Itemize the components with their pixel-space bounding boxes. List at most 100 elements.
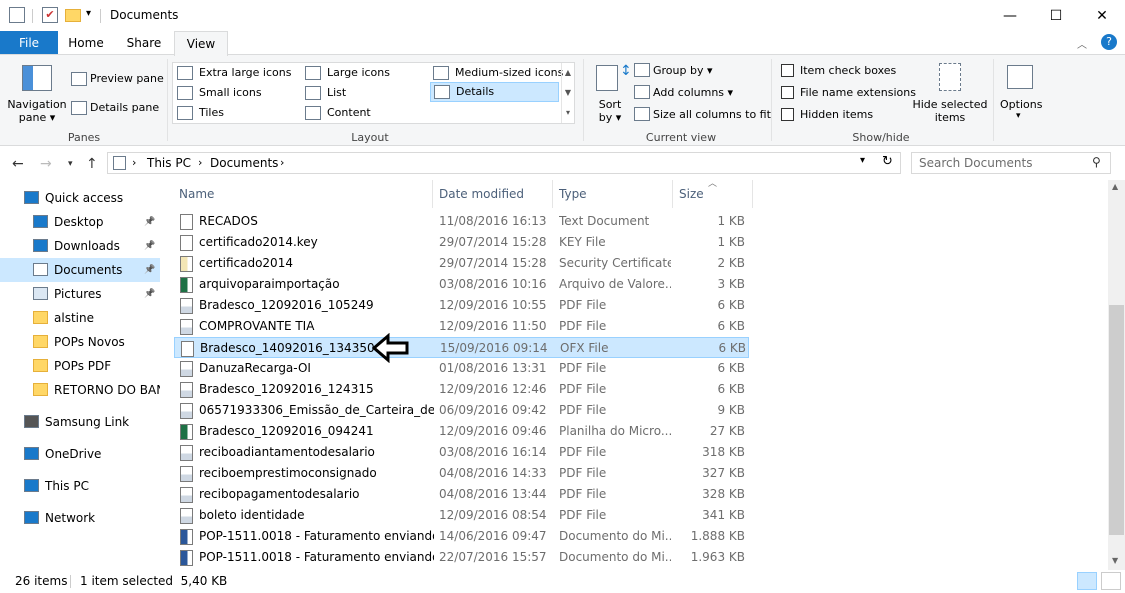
refresh-icon[interactable]: ↻ [882, 154, 893, 169]
nav-item[interactable]: RETORNO DO BANCO [0, 378, 160, 402]
nav-item[interactable]: alstine [0, 306, 160, 330]
nav-item[interactable]: This PC [0, 474, 160, 498]
file-row[interactable]: certificado2014 29/07/2014 15:28 Security … [174, 253, 749, 274]
address-history-chevron-icon[interactable]: ▾ [860, 155, 865, 166]
new-folder-icon[interactable] [65, 9, 81, 22]
breadcrumb-this-pc[interactable]: This PC [147, 156, 191, 170]
layout-list[interactable]: List [305, 83, 346, 103]
breadcrumb-separator-icon[interactable]: › [280, 156, 284, 169]
layout-tiles[interactable]: Tiles [177, 103, 224, 123]
nav-item[interactable]: OneDrive [0, 442, 160, 466]
sort-by-icon[interactable] [596, 65, 618, 91]
forward-button[interactable]: → [40, 156, 52, 172]
scroll-down-chevron-icon[interactable]: ▼ [1112, 556, 1118, 565]
file-row[interactable]: 06571933306_Emissão_de_Carteira_de_Tra..… [174, 400, 749, 421]
recent-locations-chevron-icon[interactable]: ▾ [68, 159, 73, 169]
tab-home[interactable]: Home [60, 31, 112, 55]
tab-share[interactable]: Share [118, 31, 170, 55]
item-check-boxes-checkbox[interactable] [781, 64, 794, 77]
hidden-items-checkbox[interactable] [781, 108, 794, 121]
tab-file[interactable]: File [0, 31, 58, 55]
nav-item[interactable]: Desktop 📌 [0, 210, 160, 234]
file-name-extensions-label[interactable]: File name extensions [800, 86, 916, 99]
layout-content[interactable]: Content [305, 103, 371, 123]
nav-item[interactable]: Network [0, 506, 160, 530]
column-header-name[interactable]: Name [174, 180, 433, 208]
file-row[interactable]: Bradesco_12092016_105249 12/09/2016 10:55… [174, 295, 749, 316]
nav-item[interactable]: Downloads 📌 [0, 234, 160, 258]
scroll-up-chevron-icon[interactable]: ▲ [1112, 182, 1118, 191]
nav-item[interactable]: Documents 📌 [0, 258, 160, 282]
help-icon[interactable]: ? [1101, 34, 1117, 50]
layout-medium-icons[interactable]: Medium-sized icons [433, 63, 563, 83]
file-row[interactable]: DanuzaRecarga-OI 01/08/2016 13:31 PDF File… [174, 358, 749, 379]
hide-selected-items-button[interactable]: Hide selected items [912, 98, 988, 124]
layout-gallery-scroll[interactable]: ▲ ▼ ▾ [561, 63, 574, 123]
details-pane-icon[interactable] [71, 101, 87, 115]
back-button[interactable]: ← [12, 156, 24, 172]
details-pane-button[interactable]: Details pane [90, 101, 159, 114]
nav-item[interactable]: POPs PDF [0, 354, 160, 378]
nav-item[interactable]: Pictures 📌 [0, 282, 160, 306]
details-view-toggle-icon[interactable] [1077, 572, 1097, 590]
file-row[interactable]: COMPROVANTE TIA 12/09/2016 11:50 PDF File 6… [174, 316, 749, 337]
pin-icon[interactable]: 📌 [144, 210, 155, 234]
nav-item[interactable]: Quick access [0, 186, 160, 210]
properties-check-icon[interactable]: ✔ [42, 7, 58, 23]
file-row[interactable]: Bradesco_12092016_094241 12/09/2016 09:46… [174, 421, 749, 442]
customize-quick-access-chevron-icon[interactable]: ▾ [86, 8, 91, 19]
file-name-extensions-checkbox[interactable] [781, 86, 794, 99]
search-box[interactable]: Search Documents ⚲ [911, 152, 1111, 174]
item-check-boxes-label[interactable]: Item check boxes [800, 64, 896, 77]
breadcrumb-separator-icon[interactable]: › [198, 156, 202, 169]
pin-icon[interactable]: 📌 [144, 234, 155, 258]
hidden-items-label[interactable]: Hidden items [800, 108, 873, 121]
options-icon[interactable] [1007, 65, 1033, 89]
minimize-ribbon-chevron-icon[interactable]: ︿ [1077, 36, 1087, 51]
layout-details[interactable]: Details [430, 82, 559, 102]
breadcrumb-separator-icon[interactable]: › [132, 156, 136, 169]
preview-pane-button[interactable]: Preview pane [90, 72, 164, 85]
file-row[interactable]: POP-1511.0018 - Faturamento enviando ...… [174, 547, 749, 568]
layout-large-icons[interactable]: Large icons [305, 63, 390, 83]
breadcrumb-documents[interactable]: Documents [210, 156, 278, 170]
navigation-pane-button[interactable]: Navigation pane ▾ [6, 98, 68, 124]
nav-item[interactable]: Samsung Link [0, 410, 160, 434]
file-row[interactable]: arquivoparaimportação 03/08/2016 10:16 Arq… [174, 274, 749, 295]
file-row[interactable]: reciboadiantamentodesalario 03/08/2016 16… [174, 442, 749, 463]
file-row[interactable]: recibopagamentodesalario 04/08/2016 13:44… [174, 484, 749, 505]
close-button[interactable]: ✕ [1079, 0, 1125, 31]
file-row[interactable]: boleto identidade 12/09/2016 08:54 PDF Fil… [174, 505, 749, 526]
options-chevron-icon[interactable]: ▾ [1016, 111, 1021, 121]
file-row[interactable]: certificado2014.key 29/07/2014 15:28 KEY F… [174, 232, 749, 253]
minimize-button[interactable]: — [987, 0, 1033, 31]
options-button[interactable]: Options [1000, 98, 1042, 111]
file-row[interactable]: POP-1511.0018 - Faturamento enviando ...… [174, 526, 749, 547]
pin-icon[interactable]: 📌 [144, 258, 155, 282]
column-header-date-modified[interactable]: Date modified [434, 180, 553, 208]
pin-icon[interactable]: 📌 [144, 282, 155, 306]
scrollbar-thumb[interactable] [1109, 305, 1124, 535]
column-header-type[interactable]: Type [554, 180, 673, 208]
search-input[interactable]: Search Documents [919, 156, 1032, 170]
tab-view[interactable]: View [174, 31, 228, 56]
file-row[interactable]: Bradesco_14092016_134350.OFX 15/09/2016 0… [174, 337, 749, 358]
layout-extra-large-icons[interactable]: Extra large icons [177, 63, 291, 83]
maximize-button[interactable]: ☐ [1033, 0, 1079, 31]
file-row[interactable]: reciboemprestimoconsignado 04/08/2016 14:… [174, 463, 749, 484]
nav-item[interactable]: POPs Novos [0, 330, 160, 354]
up-button[interactable]: ↑ [86, 156, 98, 172]
group-by-button[interactable]: Group by ▾ [653, 64, 713, 77]
layout-small-icons[interactable]: Small icons [177, 83, 262, 103]
address-bar[interactable]: › This PC › Documents › ▾ ↻ [107, 152, 901, 174]
add-columns-button[interactable]: Add columns ▾ [653, 86, 733, 99]
hide-selected-items-icon[interactable] [939, 63, 961, 91]
sort-by-button[interactable]: Sort by ▾ [592, 98, 628, 124]
preview-pane-icon[interactable] [71, 72, 87, 86]
properties-icon[interactable] [9, 7, 25, 23]
file-row[interactable]: Bradesco_12092016_124315 12/09/2016 12:46… [174, 379, 749, 400]
navigation-pane-icon[interactable] [22, 65, 52, 91]
file-row[interactable]: RECADOS 11/08/2016 16:13 Text Document 1 KB [174, 211, 749, 232]
size-all-columns-button[interactable]: Size all columns to fit [653, 108, 771, 121]
search-icon[interactable]: ⚲ [1092, 155, 1101, 169]
